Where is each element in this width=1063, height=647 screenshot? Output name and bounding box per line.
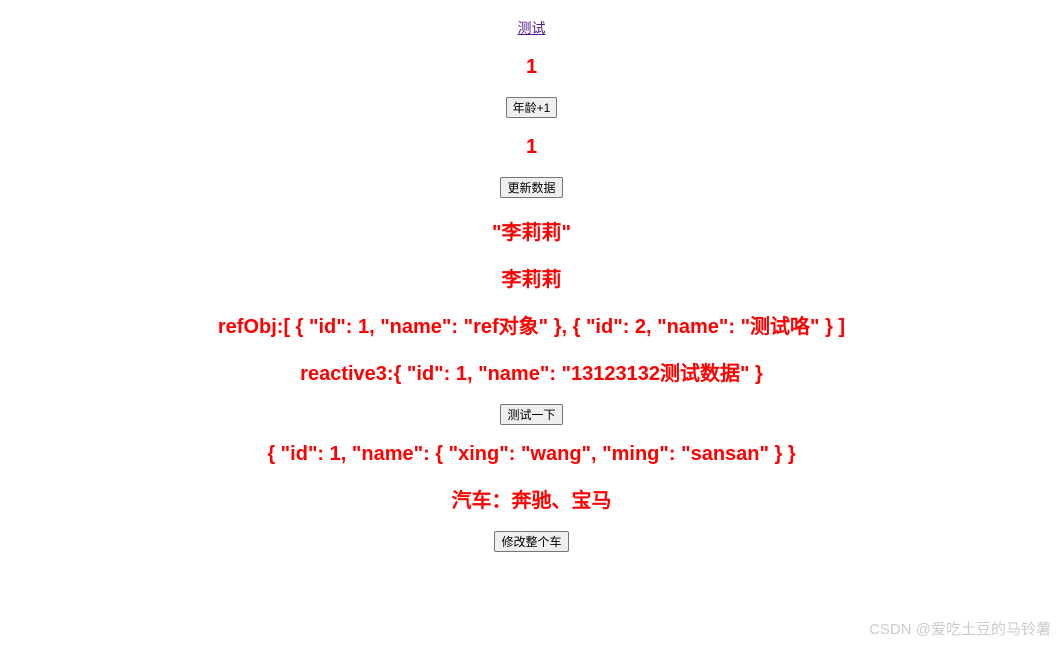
modify-car-button[interactable]: 修改整个车	[494, 531, 568, 552]
counter-1-value: 1	[526, 56, 537, 79]
ref-obj-json: [ { "id": 1, "name": "ref对象" }, { "id": …	[283, 316, 845, 338]
test-link[interactable]: 测试	[518, 18, 546, 38]
name-quoted: "李莉莉"	[492, 216, 571, 245]
reactive3-display: reactive3:{ "id": 1, "name": "13123132测试…	[300, 357, 763, 386]
main-container: 测试 1 年龄+1 1 更新数据 "李莉莉" 李莉莉 refObj:[ { "i…	[0, 0, 1063, 570]
ref-obj-label: refObj:	[218, 316, 284, 338]
car-display: 汽车：奔驰、宝马	[452, 484, 612, 513]
ref-obj-display: refObj:[ { "id": 1, "name": "ref对象" }, {…	[218, 310, 845, 339]
name-plain: 李莉莉	[502, 263, 562, 292]
car-label: 汽车：	[452, 490, 512, 512]
watermark-text: CSDN @爱吃土豆的马铃薯	[869, 618, 1051, 639]
reactive3-label: reactive3:	[300, 363, 393, 385]
update-data-button[interactable]: 更新数据	[500, 177, 562, 198]
counter-2-value: 1	[526, 136, 537, 159]
age-plus-button[interactable]: 年龄+1	[506, 97, 558, 118]
test-once-button[interactable]: 测试一下	[500, 404, 562, 425]
car-value: 奔驰、宝马	[512, 490, 612, 512]
nested-obj-display: { "id": 1, "name": { "xing": "wang", "mi…	[267, 443, 795, 466]
reactive3-json: { "id": 1, "name": "13123132测试数据" }	[394, 363, 763, 385]
